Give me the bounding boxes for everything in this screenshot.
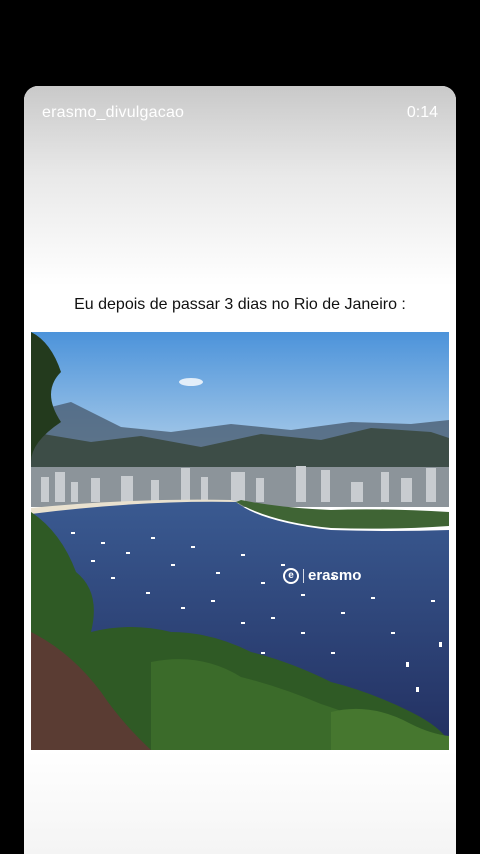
watermark-logo-icon: e (283, 567, 299, 584)
story-username[interactable]: erasmo_divulgacao (42, 104, 184, 122)
video-frame[interactable]: e erasmo (31, 332, 449, 750)
watermark-text: erasmo (308, 567, 362, 584)
story-card[interactable]: erasmo_divulgacao 0:14 Eu depois de pass… (24, 86, 456, 854)
watermark-separator (303, 568, 304, 583)
bottom-area (24, 750, 456, 854)
rio-bay-image (31, 332, 449, 750)
video-watermark: e erasmo (283, 567, 361, 584)
story-caption: Eu depois de passar 3 dias no Rio de Jan… (74, 296, 406, 313)
story-timer: 0:14 (406, 104, 438, 121)
